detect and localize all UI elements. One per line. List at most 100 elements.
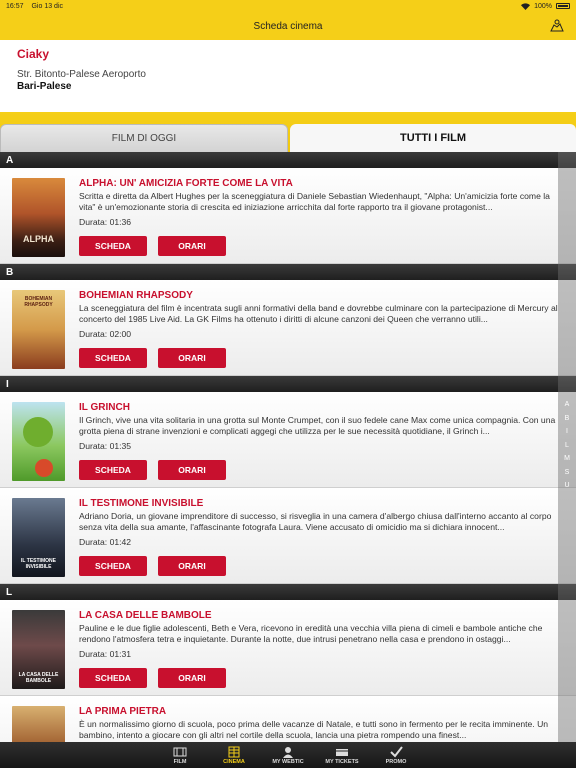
movie-duration: Durata: 01:35: [79, 441, 131, 451]
movie-title[interactable]: IL TESTIMONE INVISIBILE: [79, 498, 203, 509]
tab-my-tickets[interactable]: MY TICKETS: [315, 742, 369, 768]
status-bar: 16:57 Gio 13 dic 100%: [0, 0, 576, 12]
index-letter-l[interactable]: L: [565, 439, 569, 453]
scheda-button[interactable]: SCHEDA: [79, 460, 147, 480]
duration-value: 01:42: [109, 537, 132, 547]
bottom-tab-bar: FILM CINEMA MY WEBTIC MY TICKETS PROMO: [0, 742, 576, 768]
poster-title: LA CASA DELLE BAMBOLE: [18, 672, 59, 684]
movie-row[interactable]: BOHEMIAN RHAPSODY BOHEMIAN RHAPSODY La s…: [0, 280, 576, 376]
index-letter-s[interactable]: S: [565, 466, 570, 480]
movie-description: È un normalissimo giorno di scuola, poco…: [79, 719, 549, 740]
movie-title[interactable]: LA CASA DELLE BAMBOLE: [79, 610, 212, 621]
duration-value: 01:31: [109, 649, 132, 659]
movie-row[interactable]: LA CASA DELLE BAMBOLE LA CASA DELLE BAMB…: [0, 600, 576, 696]
tab-film-di-oggi[interactable]: FILM DI OGGI: [0, 124, 288, 152]
movie-title[interactable]: ALPHA: UN' AMICIZIA FORTE COME LA VITA: [79, 178, 293, 189]
movie-description: La sceneggiatura del film è incentrata s…: [79, 303, 558, 324]
duration-label: Durata:: [79, 217, 108, 227]
nav-bar: Scheda cinema: [0, 12, 576, 40]
orari-button[interactable]: ORARI: [158, 460, 226, 480]
poster-title: BOHEMIAN RHAPSODY: [24, 296, 53, 308]
section-header-i: I: [0, 376, 576, 392]
movie-description: Pauline e le due figlie adolescenti, Bet…: [79, 623, 543, 644]
tab-tutti-i-film[interactable]: TUTTI I FILM: [290, 124, 576, 152]
tab-my-webtic-label: MY WEBTIC: [272, 758, 304, 765]
index-letter-b[interactable]: B: [565, 412, 570, 426]
index-letter-a[interactable]: A: [565, 398, 570, 412]
movie-title[interactable]: LA PRIMA PIETRA: [79, 706, 166, 717]
scheda-button[interactable]: SCHEDA: [79, 236, 147, 256]
movie-description: Il Grinch, vive una vita solitaria in un…: [79, 415, 556, 436]
poster-title: ALPHA: [23, 234, 54, 244]
movie-description: Adriano Doria, un giovane imprenditore d…: [79, 511, 552, 532]
movie-title[interactable]: IL GRINCH: [79, 402, 130, 413]
orari-button[interactable]: ORARI: [158, 556, 226, 576]
user-icon: [283, 746, 293, 758]
cinema-city: Bari-Palese: [17, 81, 72, 92]
movie-row[interactable]: IL GRINCH Il Grinch, vive una vita solit…: [0, 392, 576, 488]
orari-button[interactable]: ORARI: [158, 348, 226, 368]
scheda-button[interactable]: SCHEDA: [79, 348, 147, 368]
duration-label: Durata:: [79, 441, 108, 451]
movie-poster[interactable]: ALPHA: [12, 178, 65, 257]
poster-title: IL TESTIMONE INVISIBILE: [21, 558, 56, 570]
section-header-b: B: [0, 264, 576, 280]
status-right: 100%: [521, 3, 570, 10]
map-location-icon[interactable]: [550, 19, 564, 33]
alphabet-index[interactable]: A B I L M S U: [558, 398, 576, 493]
ticket-icon: [336, 748, 348, 756]
movie-description: Scritta e diretta da Albert Hughes per l…: [79, 191, 550, 212]
tab-cinema[interactable]: CINEMA: [207, 742, 261, 768]
index-letter-i[interactable]: I: [566, 425, 568, 439]
scheda-button[interactable]: SCHEDA: [79, 668, 147, 688]
duration-value: 01:35: [109, 441, 132, 451]
duration-label: Durata:: [79, 649, 108, 659]
duration-value: 02:00: [109, 329, 132, 339]
tab-my-webtic[interactable]: MY WEBTIC: [261, 742, 315, 768]
tab-film-label: FILM: [173, 758, 187, 765]
status-date: Gio 13 dic: [31, 2, 64, 10]
duration-label: Durata:: [79, 537, 108, 547]
movie-list[interactable]: A ALPHA ALPHA: UN' AMICIZIA FORTE COME L…: [0, 152, 576, 742]
status-left: 16:57 Gio 13 dic: [6, 3, 69, 10]
segment-tabs: FILM DI OGGI TUTTI I FILM: [0, 124, 576, 152]
tab-promo[interactable]: PROMO: [369, 742, 423, 768]
status-time: 16:57: [6, 2, 24, 10]
index-letter-u[interactable]: U: [564, 479, 569, 493]
cinema-icon: [228, 746, 240, 757]
movie-poster[interactable]: [12, 402, 65, 481]
cinema-name: Ciaky: [17, 47, 50, 61]
movie-duration: Durata: 01:42: [79, 537, 131, 547]
movie-poster[interactable]: IL TESTIMONE INVISIBILE: [12, 498, 65, 577]
tab-film[interactable]: FILM: [153, 742, 207, 768]
movie-duration: Durata: 01:36: [79, 217, 131, 227]
duration-value: 01:36: [109, 217, 132, 227]
scheda-button[interactable]: SCHEDA: [79, 556, 147, 576]
index-letter-m[interactable]: M: [564, 452, 570, 466]
movie-title[interactable]: BOHEMIAN RHAPSODY: [79, 290, 193, 301]
battery-icon: [556, 3, 570, 9]
movie-poster[interactable]: BOHEMIAN RHAPSODY: [12, 290, 65, 369]
movie-duration: Durata: 02:00: [79, 329, 131, 339]
movie-row[interactable]: LA PRIMA PIETRA È un normalissimo giorno…: [0, 696, 576, 742]
cinema-header: Ciaky Str. Bitonto-Palese Aeroporto Bari…: [0, 40, 576, 112]
battery-percent: 100%: [534, 2, 552, 10]
section-header-l: L: [0, 584, 576, 600]
tab-promo-label: PROMO: [385, 758, 407, 765]
cinema-address: Str. Bitonto-Palese Aeroporto: [17, 69, 146, 80]
wifi-icon: [521, 2, 531, 10]
section-header-a: A: [0, 152, 576, 168]
tab-cinema-label: CINEMA: [223, 758, 245, 765]
film-icon: [173, 747, 187, 756]
movie-poster[interactable]: LA CASA DELLE BAMBOLE: [12, 610, 65, 689]
movie-duration: Durata: 01:31: [79, 649, 131, 659]
orari-button[interactable]: ORARI: [158, 668, 226, 688]
movie-row[interactable]: IL TESTIMONE INVISIBILE IL TESTIMONE INV…: [0, 488, 576, 584]
check-icon: [390, 745, 403, 758]
movie-poster[interactable]: [12, 706, 65, 742]
tab-my-tickets-label: MY TICKETS: [325, 758, 359, 765]
duration-label: Durata:: [79, 329, 108, 339]
movie-row[interactable]: ALPHA ALPHA: UN' AMICIZIA FORTE COME LA …: [0, 168, 576, 264]
grinch-face-icon: [23, 417, 53, 477]
orari-button[interactable]: ORARI: [158, 236, 226, 256]
